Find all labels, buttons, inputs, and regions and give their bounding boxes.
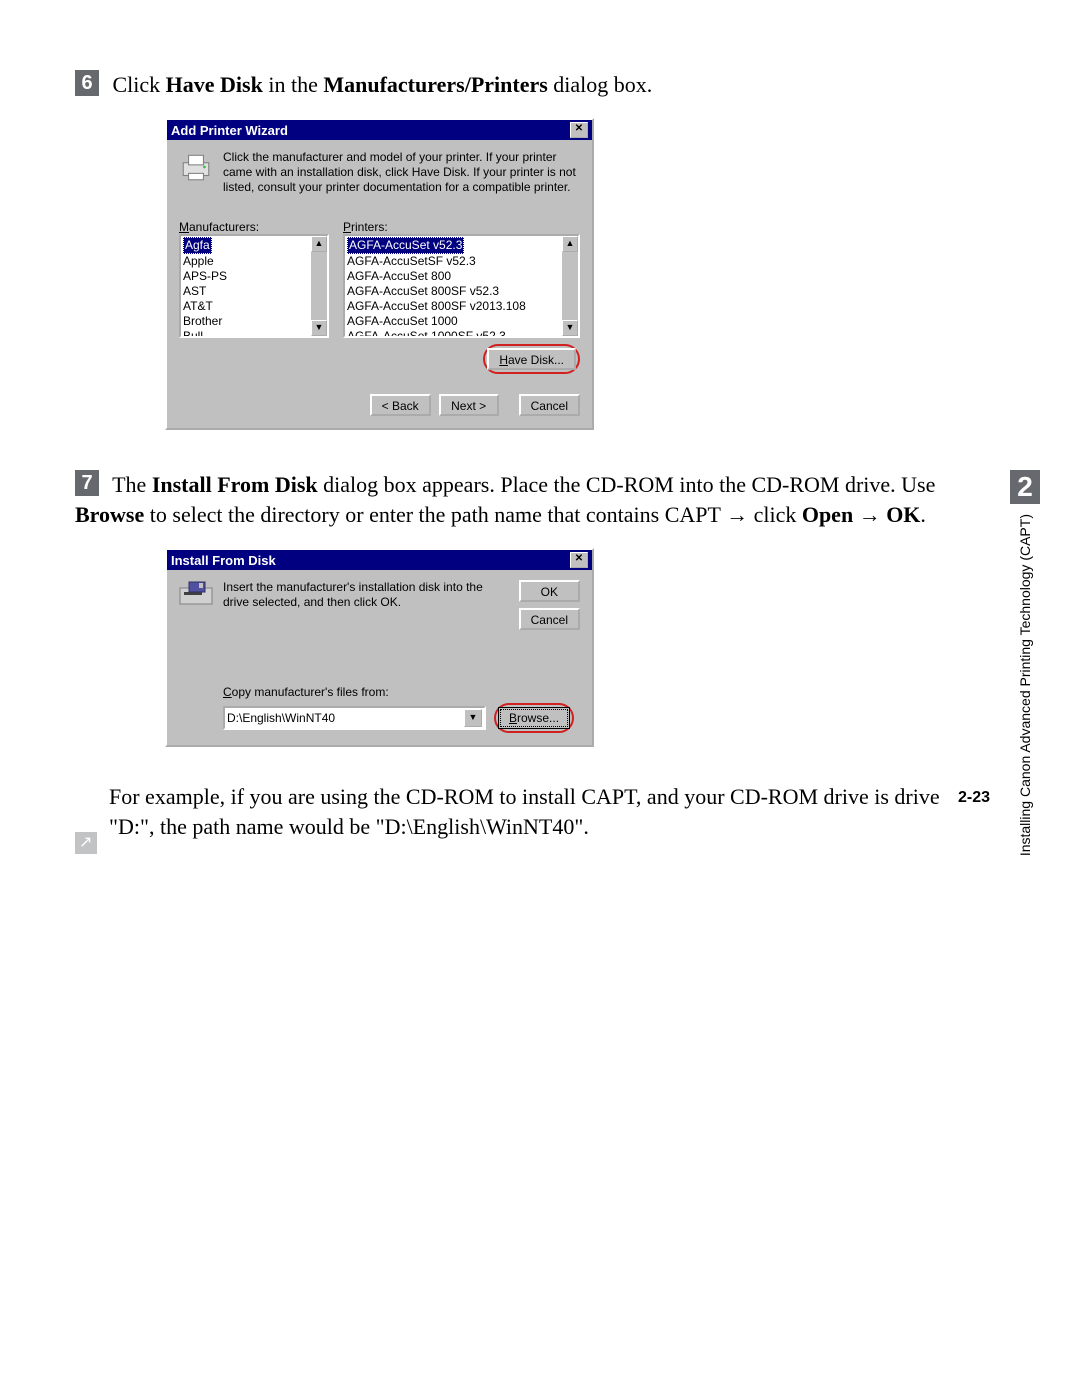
install-from-disk-dialog: Install From Disk ✕ Insert the manufactu… (165, 548, 594, 747)
list-item[interactable]: Brother (183, 314, 222, 328)
ok-button[interactable]: OK (519, 580, 580, 602)
post-step-7-paragraph: For example, if you are using the CD-ROM… (75, 782, 960, 842)
scrollbar[interactable]: ▲ ▼ (562, 236, 578, 336)
step-6-text: Click Have Disk in the Manufacturers/Pri… (113, 72, 653, 97)
list-item[interactable]: Bull (183, 329, 203, 338)
list-item[interactable]: AGFA-AccuSet v52.3 (347, 237, 464, 254)
scroll-up-icon[interactable]: ▲ (562, 236, 578, 252)
list-item[interactable]: APS-PS (183, 269, 227, 283)
printer-icon (179, 150, 213, 184)
list-item[interactable]: AGFA-AccuSet 800SF v52.3 (347, 284, 499, 298)
have-disk-button[interactable]: Have Disk... (487, 348, 576, 370)
step-7-number: 7 (75, 470, 99, 496)
cancel-button[interactable]: Cancel (519, 608, 580, 630)
list-item[interactable]: AGFA-AccuSet 800 (347, 269, 451, 283)
list-item[interactable]: AT&T (183, 299, 213, 313)
step-6-line: 6 Click Have Disk in the Manufacturers/P… (75, 70, 960, 100)
side-chapter-number: 2 (1010, 470, 1040, 504)
browse-button[interactable]: Browse... (498, 707, 570, 729)
install-disk-title: Install From Disk (171, 553, 276, 568)
back-button[interactable]: < Back (370, 394, 431, 416)
copy-from-label: Copy manufacturer's files from: (223, 685, 580, 699)
install-disk-titlebar: Install From Disk ✕ (167, 550, 592, 570)
scroll-up-icon[interactable]: ▲ (311, 236, 327, 252)
arrow-icon (75, 832, 97, 854)
have-disk-highlight: Have Disk... (483, 344, 580, 374)
close-icon[interactable]: ✕ (570, 552, 588, 568)
install-disk-instructions: Insert the manufacturer's installation d… (223, 580, 509, 610)
list-item[interactable]: AGFA-AccuSetSF v52.3 (347, 254, 476, 268)
side-chapter-tab: 2 Installing Canon Advanced Printing Tec… (1010, 470, 1040, 856)
step-6-number: 6 (75, 70, 99, 96)
cancel-button[interactable]: Cancel (519, 394, 580, 416)
list-item[interactable]: AGFA-AccuSet 800SF v2013.108 (347, 299, 526, 313)
path-combobox[interactable]: D:\English\WinNT40 ▼ (223, 706, 486, 730)
list-item[interactable]: Apple (183, 254, 214, 268)
add-printer-wizard-dialog: Add Printer Wizard ✕ Click the manufactu… (165, 118, 594, 430)
chevron-down-icon[interactable]: ▼ (464, 709, 482, 727)
step-7-text: The Install From Disk dialog box appears… (75, 472, 935, 527)
close-icon[interactable]: ✕ (570, 122, 588, 138)
scrollbar[interactable]: ▲ ▼ (311, 236, 327, 336)
add-printer-titlebar: Add Printer Wizard ✕ (167, 120, 592, 140)
list-item[interactable]: AGFA-AccuSet 1000SF v52.3 (347, 329, 506, 338)
path-value: D:\English\WinNT40 (227, 711, 335, 725)
add-printer-instructions: Click the manufacturer and model of your… (223, 150, 580, 195)
printers-listbox[interactable]: AGFA-AccuSet v52.3 AGFA-AccuSetSF v52.3 … (343, 234, 580, 338)
list-item[interactable]: Agfa (183, 237, 212, 254)
add-printer-title: Add Printer Wizard (171, 123, 288, 138)
side-chapter-label: Installing Canon Advanced Printing Techn… (1017, 514, 1033, 856)
printers-label: Printers: (343, 220, 580, 234)
manufacturers-listbox[interactable]: Agfa Apple APS-PS AST AT&T Brother Bull … (179, 234, 329, 338)
scroll-down-icon[interactable]: ▼ (562, 320, 578, 336)
page-number: 2-23 (958, 789, 990, 807)
manufacturers-label: Manufacturers: (179, 220, 329, 234)
scroll-down-icon[interactable]: ▼ (311, 320, 327, 336)
list-item[interactable]: AGFA-AccuSet 1000 (347, 314, 458, 328)
list-item[interactable]: AST (183, 284, 206, 298)
step-7-line: 7 The Install From Disk dialog box appea… (75, 470, 960, 530)
next-button[interactable]: Next > (439, 394, 499, 416)
floppy-drive-icon (179, 580, 213, 610)
browse-highlight: Browse... (494, 703, 574, 733)
